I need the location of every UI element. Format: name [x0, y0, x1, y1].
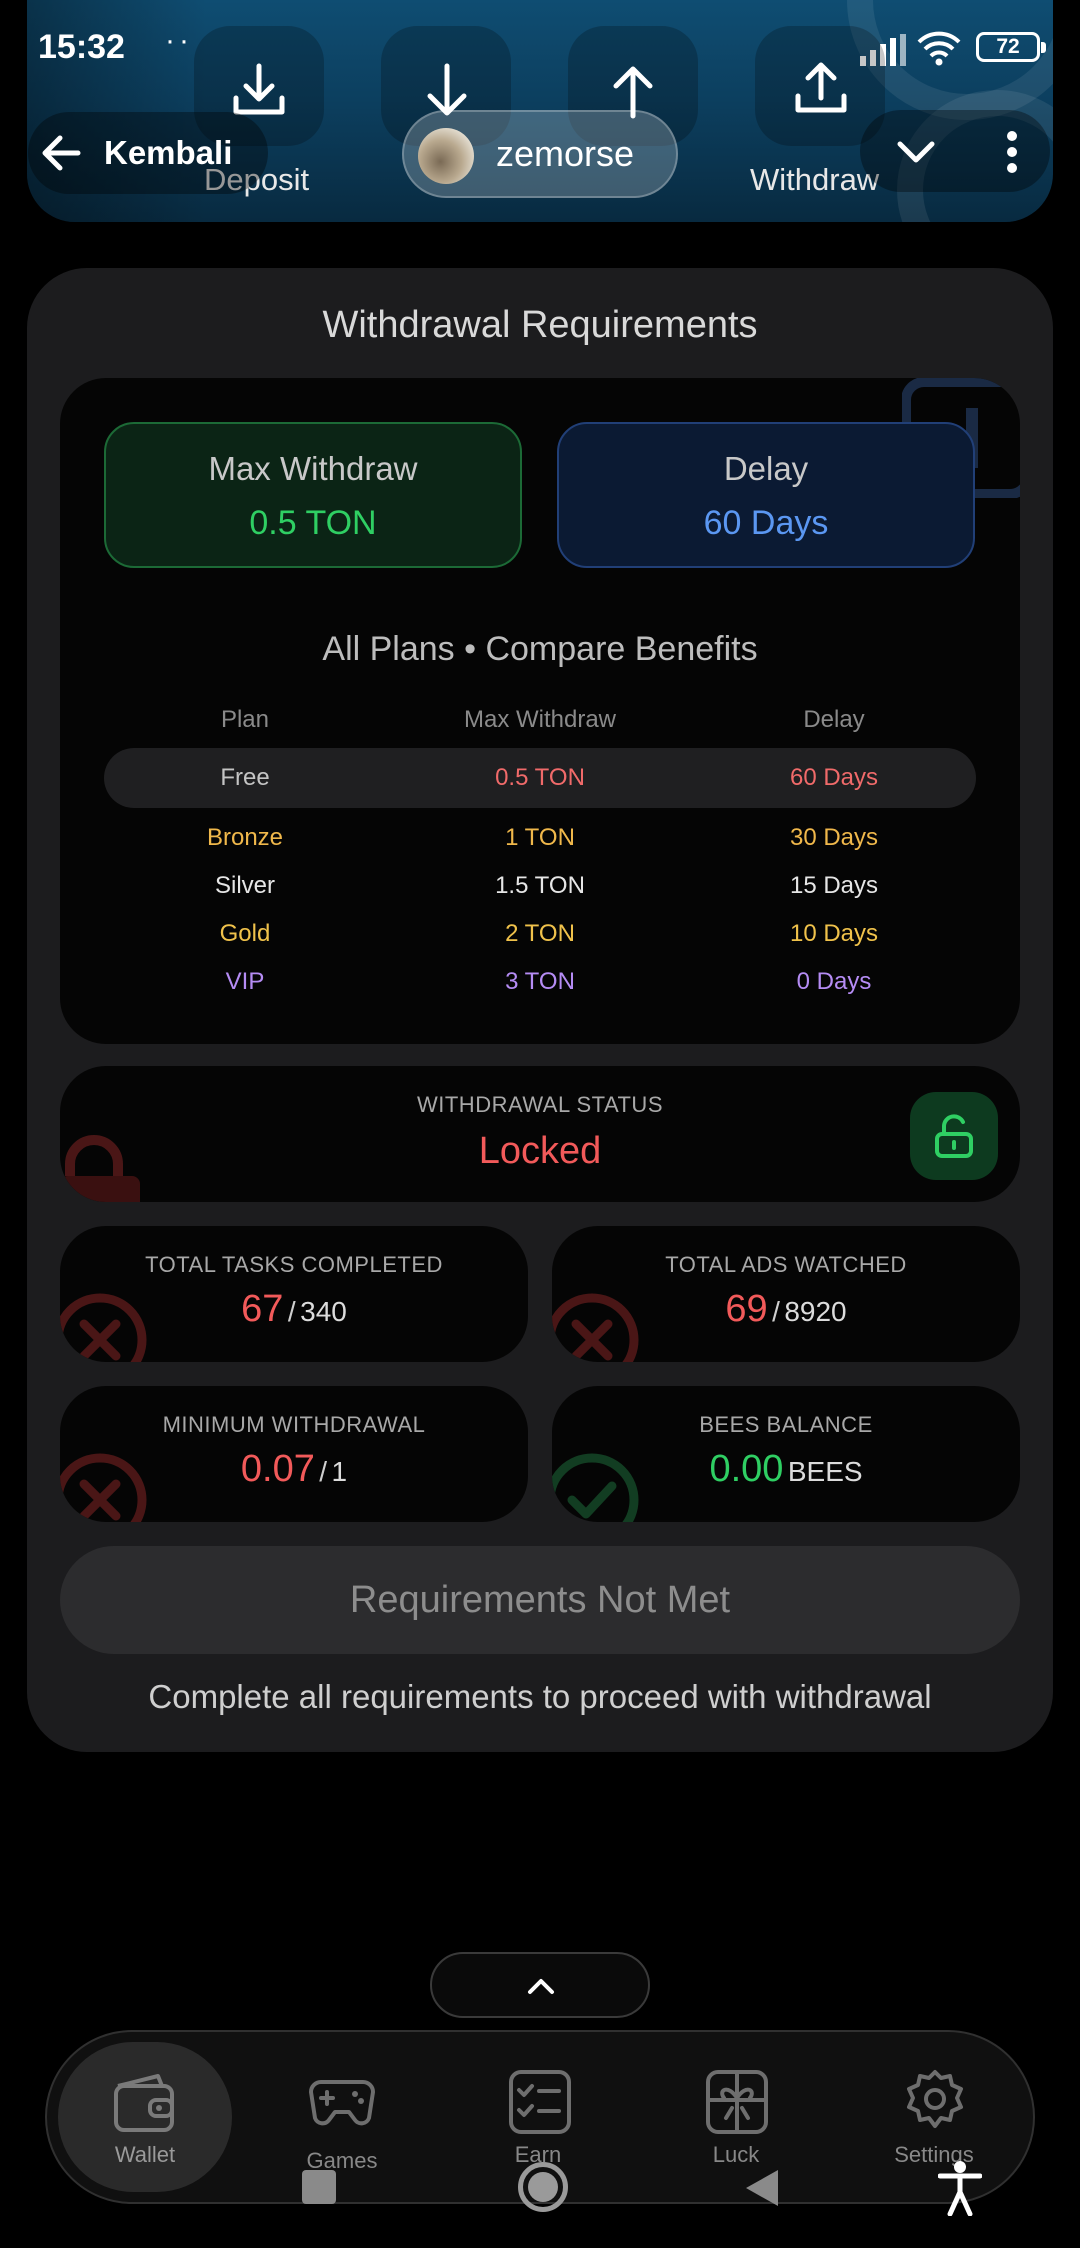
ads-label: TOTAL ADS WATCHED [665, 1252, 907, 1277]
delay-box: Delay 60 Days [557, 422, 975, 568]
min-withdrawal-label: MINIMUM WITHDRAWAL [162, 1412, 426, 1437]
nav-games-label[interactable]: Games [262, 2148, 422, 2174]
table-header-plan: Plan [220, 706, 270, 733]
table-header-delay: Delay [803, 706, 865, 733]
more-options-icon[interactable] [1000, 130, 1024, 174]
nav-wallet-label[interactable]: Wallet [65, 2142, 225, 2168]
ads-value: 69 [725, 1288, 768, 1330]
plan-free-delay: 60 Days [789, 764, 879, 791]
plan-gold-max: 2 TON [505, 920, 575, 947]
status-time: 15:32 [38, 28, 125, 66]
system-back-icon[interactable] [744, 2168, 780, 2208]
ads-watched-card: TOTAL ADS WATCHED 69 / 8920 [552, 1226, 1020, 1362]
system-recents-button[interactable] [302, 2170, 336, 2204]
avatar [418, 128, 474, 184]
bees-value-row: 0.00 BEES [552, 1448, 1020, 1491]
accessibility-icon[interactable] [938, 2160, 982, 2216]
username: zemorse [496, 133, 635, 174]
ads-value-row: 69 / 8920 [552, 1288, 1020, 1331]
plan-silver-max: 1.5 TON [495, 872, 585, 899]
gear-icon[interactable] [900, 2068, 970, 2132]
nav-settings-label[interactable]: Settings [854, 2142, 1014, 2168]
notification-dots: ·· [165, 24, 193, 57]
ads-total: 8920 [784, 1296, 847, 1327]
plan-silver-delay: 15 Days [789, 872, 879, 899]
unlock-button[interactable] [910, 1092, 998, 1180]
back-arrow-icon [42, 135, 81, 171]
plan-vip-max: 3 TON [505, 968, 575, 995]
plan-free-name: Free [220, 764, 270, 791]
tasks-label: TOTAL TASKS COMPLETED [145, 1252, 443, 1277]
plan-silver-name: Silver [214, 872, 275, 899]
min-withdrawal-value: 0.07 [240, 1448, 315, 1490]
max-withdraw-title: Max Withdraw [208, 450, 418, 487]
plan-gold-delay: 10 Days [789, 920, 879, 947]
tasks-total: 340 [300, 1296, 347, 1327]
ads-sep: / [772, 1296, 780, 1327]
tasks-value: 67 [241, 1288, 284, 1330]
tasks-value-row: 67 / 340 [60, 1288, 528, 1331]
delay-title: Delay [723, 450, 809, 487]
requirements-note: Complete all requirements to proceed wit… [148, 1678, 932, 1715]
requirements-not-met-button[interactable]: Requirements Not Met [60, 1546, 1020, 1654]
expand-toggle-button[interactable] [430, 1952, 650, 2018]
plan-vip-name: VIP [225, 968, 265, 995]
plan-bronze-delay: 30 Days [789, 824, 879, 851]
gamepad-icon[interactable] [307, 2068, 377, 2132]
plan-bronze-name: Bronze [206, 824, 284, 851]
withdraw-label: Withdraw [750, 162, 880, 197]
plan-vip-delay: 0 Days [796, 968, 872, 995]
status-bar: 15:32 ·· 72 [0, 0, 1080, 95]
bees-unit: BEES [787, 1456, 863, 1487]
unlock-icon [935, 1114, 973, 1158]
bees-balance-card: BEES BALANCE 0.00 BEES [552, 1386, 1020, 1522]
min-withdrawal-value-row: 0.07 / 1 [60, 1448, 528, 1491]
wallet-icon[interactable] [110, 2072, 180, 2136]
back-label: Kembali [104, 134, 233, 171]
max-withdraw-value: 0.5 TON [249, 504, 377, 542]
download-tray-icon [233, 63, 285, 115]
min-withdrawal-sep: / [319, 1456, 328, 1487]
plan-free-max: 0.5 TON [495, 764, 585, 791]
wifi-icon [917, 31, 961, 66]
upload-tray-icon [795, 62, 847, 113]
chevron-up-icon [528, 1979, 554, 1994]
system-home-button[interactable] [518, 2162, 568, 2212]
max-withdraw-box: Max Withdraw 0.5 TON [104, 422, 522, 568]
plan-bronze-max: 1 TON [505, 824, 575, 851]
gift-icon[interactable] [702, 2070, 772, 2134]
table-header-max-withdraw: Max Withdraw [463, 706, 617, 733]
min-withdrawal-total: 1 [331, 1456, 348, 1487]
chevron-down-icon[interactable] [894, 134, 938, 170]
bees-value: 0.00 [709, 1448, 784, 1490]
battery-indicator: 72 [976, 32, 1046, 62]
bees-label: BEES BALANCE [699, 1412, 873, 1437]
checklist-icon[interactable] [505, 2070, 575, 2134]
card-title: Withdrawal Requirements [322, 304, 758, 346]
tasks-completed-card: TOTAL TASKS COMPLETED 67 / 340 [60, 1226, 528, 1362]
minimum-withdrawal-card: MINIMUM WITHDRAWAL 0.07 / 1 [60, 1386, 528, 1522]
plan-gold-name: Gold [219, 920, 271, 947]
delay-value: 60 Days [703, 504, 829, 542]
nav-luck-label[interactable]: Luck [656, 2142, 816, 2168]
plans-heading: All Plans • Compare Benefits [322, 630, 758, 668]
tasks-sep: / [287, 1296, 296, 1327]
